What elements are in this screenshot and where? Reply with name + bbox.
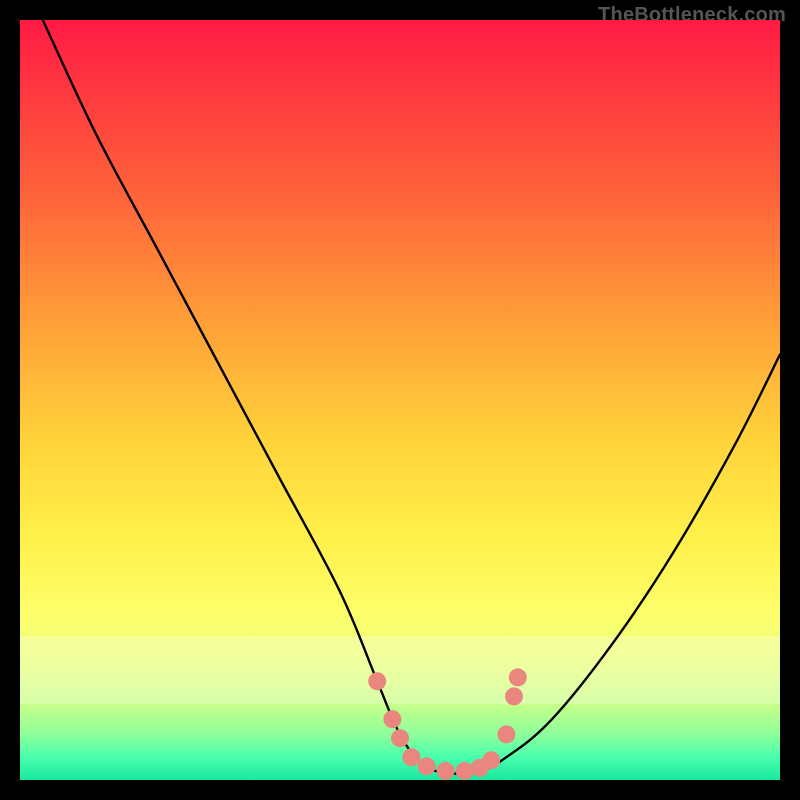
curve-layer — [20, 20, 780, 780]
highlight-dot — [391, 729, 409, 747]
highlight-dot — [402, 748, 420, 766]
highlight-dot — [437, 762, 455, 780]
highlight-dot — [383, 710, 401, 728]
highlight-dots — [368, 668, 527, 780]
highlight-dot — [368, 672, 386, 690]
plot-area — [20, 20, 780, 780]
highlight-dot — [418, 757, 436, 775]
highlight-dot — [456, 762, 474, 780]
highlight-dot — [482, 751, 500, 769]
bottleneck-curve — [43, 20, 780, 774]
highlight-dot — [509, 668, 527, 686]
chart-stage: TheBottleneck.com — [0, 0, 800, 800]
highlight-dot — [471, 759, 489, 777]
highlight-dot — [497, 725, 515, 743]
highlight-dot — [505, 687, 523, 705]
pale-highlight-band — [20, 636, 780, 704]
